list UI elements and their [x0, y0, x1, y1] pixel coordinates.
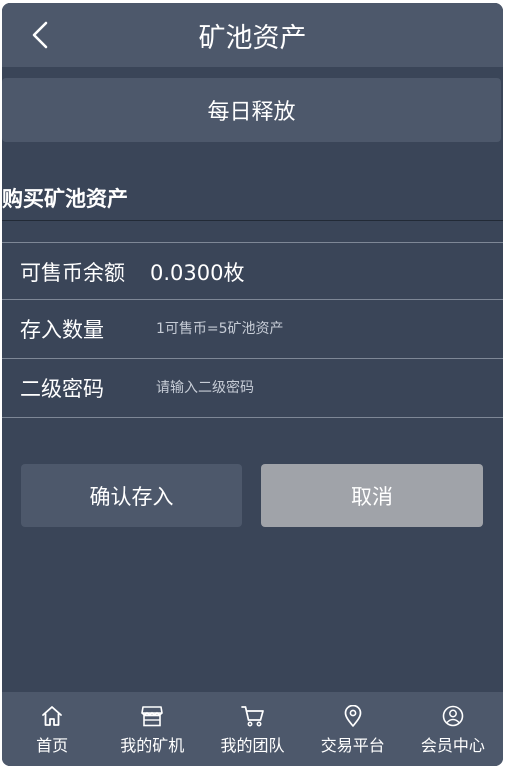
quantity-input[interactable] — [152, 311, 490, 346]
back-button[interactable] — [24, 19, 56, 51]
cart-icon — [240, 706, 264, 727]
row-divider — [2, 417, 503, 418]
daily-release-tab[interactable]: 每日释放 — [2, 78, 501, 142]
section-title: 购买矿池资产 — [2, 187, 128, 211]
cancel-label: 取消 — [351, 484, 393, 509]
home-icon — [42, 706, 62, 726]
balance-row: 可售币余额 0.0300枚 — [2, 243, 503, 300]
tab-home[interactable]: 首页 — [2, 692, 102, 766]
app-screen: 矿池资产 每日释放 购买矿池资产 可售币余额 0.0300枚 存入数量 二级密码… — [2, 3, 503, 766]
tab-trading-platform-label: 交易平台 — [320, 736, 385, 755]
tab-member-center-label: 会员中心 — [420, 736, 485, 755]
tab-my-team-label: 我的团队 — [220, 736, 285, 755]
store-icon — [141, 706, 164, 727]
tab-my-miners[interactable]: 我的矿机 — [102, 692, 202, 766]
confirm-deposit-label: 确认存入 — [89, 484, 174, 509]
quantity-row: 存入数量 — [2, 300, 503, 357]
tab-home-label: 首页 — [36, 736, 69, 755]
tab-member-center[interactable]: 会员中心 — [403, 692, 503, 766]
user-icon — [442, 705, 464, 727]
daily-release-label: 每日释放 — [207, 100, 296, 125]
password-row: 二级密码 — [2, 359, 503, 416]
quantity-label: 存入数量 — [20, 317, 104, 342]
page-title: 矿池资产 — [198, 22, 307, 54]
cancel-button[interactable]: 取消 — [261, 464, 483, 527]
bottom-tab-bar: 首页 我的矿机 我的团队 交易平台 会员中心 — [2, 692, 503, 766]
top-bar: 矿池资产 — [2, 3, 503, 67]
chevron-left-icon — [32, 21, 48, 49]
confirm-deposit-button[interactable]: 确认存入 — [21, 464, 242, 527]
balance-value: 0.0300枚 — [150, 260, 245, 285]
section-divider — [2, 220, 503, 221]
balance-label: 可售币余额 — [20, 260, 125, 285]
password-input[interactable] — [152, 370, 490, 405]
tab-my-team[interactable]: 我的团队 — [202, 692, 302, 766]
tab-my-miners-label: 我的矿机 — [120, 736, 185, 755]
tab-trading-platform[interactable]: 交易平台 — [303, 692, 403, 766]
password-label: 二级密码 — [20, 376, 104, 401]
location-pin-icon — [344, 705, 362, 727]
